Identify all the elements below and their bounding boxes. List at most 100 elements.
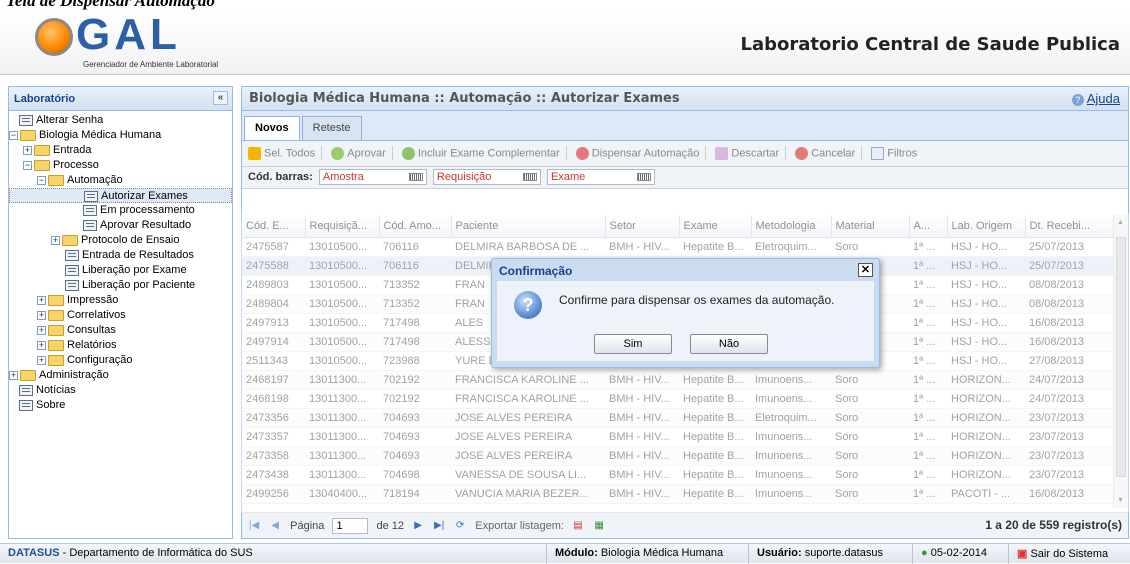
sidebar-item-consultas[interactable]: + Consultas: [9, 323, 232, 338]
tab-reteste[interactable]: Reteste: [301, 116, 362, 140]
barcode-icon: [522, 173, 537, 181]
logout-icon: ▣: [1017, 548, 1028, 560]
toolbar-divider: [785, 146, 787, 160]
yes-button[interactable]: Sim: [594, 334, 672, 354]
logout-link[interactable]: ▣ Sair do Sistema: [1008, 544, 1116, 564]
toolbar-divider: [391, 146, 393, 160]
sidebar-item-processo[interactable]: − Processo: [9, 158, 232, 173]
folder-icon: [48, 354, 64, 366]
folder-icon: [48, 339, 64, 351]
expand-toggle-icon[interactable]: +: [37, 340, 46, 350]
sidebar-item-sobre[interactable]: Sobre: [9, 398, 232, 413]
collapse-toggle-icon[interactable]: −: [9, 130, 18, 140]
dialog-message: Confirme para dispensar os exames da aut…: [559, 293, 835, 307]
dispense-automation-button[interactable]: Dispensar Automação: [575, 146, 699, 160]
dialog-title-bar: Confirmação ✕: [492, 259, 879, 281]
expand-toggle-icon[interactable]: +: [37, 325, 46, 335]
sidebar-item-entrada[interactable]: + Entrada: [9, 143, 232, 158]
question-icon: ?: [514, 291, 542, 319]
cancel-icon: [795, 146, 809, 160]
confirm-dialog: Confirmação ✕ ? Confirme para dispensar …: [491, 258, 880, 368]
dialog-body: ? Confirme para dispensar os exames da a…: [497, 281, 874, 361]
sidebar-item-aprovar-resultado[interactable]: Aprovar Resultado: [9, 218, 232, 233]
no-button[interactable]: Não: [690, 334, 768, 354]
sidebar-item-autorizar-exames[interactable]: Autorizar Exames: [9, 188, 232, 203]
sidebar-item-em-processamento[interactable]: Em processamento: [9, 203, 232, 218]
page-icon: [83, 204, 97, 216]
next-page-icon[interactable]: ▶: [412, 520, 424, 532]
sidebar-item-relatorios[interactable]: + Relatórios: [9, 338, 232, 353]
discard-button[interactable]: Descartar: [715, 146, 779, 160]
expand-toggle-icon[interactable]: +: [37, 355, 46, 365]
cancel-button[interactable]: Cancelar: [795, 146, 855, 160]
check-icon: [331, 146, 345, 160]
request-barcode-input[interactable]: Requisição: [432, 169, 541, 185]
expand-toggle-icon[interactable]: +: [9, 370, 18, 380]
sidebar-item-correlativos[interactable]: + Correlativos: [9, 308, 232, 323]
folder-icon: [62, 234, 78, 246]
folder-icon: [48, 324, 64, 336]
folder-icon: [48, 294, 64, 306]
filter-icon: [871, 146, 885, 160]
last-page-icon[interactable]: ▶|: [433, 520, 445, 532]
add-icon: [401, 146, 415, 160]
select-all-button[interactable]: Sel. Todos: [248, 146, 315, 160]
folder-open-icon: [34, 159, 50, 171]
dialog-title: Confirmação: [499, 264, 573, 278]
filters-button[interactable]: Filtros: [871, 146, 917, 160]
barcode-icon: [636, 173, 651, 181]
sidebar-item-configuracao[interactable]: + Configuração: [9, 353, 232, 368]
collapse-toggle-icon[interactable]: −: [23, 160, 32, 170]
expand-toggle-icon[interactable]: +: [23, 145, 32, 155]
expand-toggle-icon[interactable]: +: [37, 310, 46, 320]
app-header: GAL Gerenciador de Ambiente Laboratorial…: [0, 10, 1130, 75]
folder-icon: [20, 369, 36, 381]
tab-novos[interactable]: Novos: [244, 116, 300, 140]
main-header: Biologia Médica Humana :: Automação :: A…: [242, 87, 1128, 111]
eraser-icon: [715, 146, 729, 160]
sidebar-item-noticias[interactable]: Notícias: [9, 383, 232, 398]
expand-toggle-icon[interactable]: +: [51, 235, 60, 245]
excel-export-icon[interactable]: ▦: [593, 520, 605, 532]
first-page-icon[interactable]: |◀: [248, 520, 260, 532]
sidebar-item-liberacao-exame[interactable]: Liberação por Exame: [9, 263, 232, 278]
sidebar: Laboratório « Alterar Senha − Biologia Mé…: [8, 86, 233, 539]
sidebar-item-impressao[interactable]: + Impressão: [9, 293, 232, 308]
folder-open-icon: [20, 129, 36, 141]
sidebar-item-administracao[interactable]: + Administração: [9, 368, 232, 383]
nav-tree: Alterar Senha − Biologia Médica Humana + E…: [9, 111, 232, 413]
module-status: Módulo: Biologia Médica Humana: [546, 544, 731, 564]
page-icon: [19, 399, 33, 411]
page-icon: [65, 264, 79, 276]
gal-logo: GAL Gerenciador de Ambiente Laboratorial: [10, 10, 250, 72]
sample-barcode-input[interactable]: Amostra: [318, 169, 427, 185]
close-icon[interactable]: ✕: [858, 263, 873, 277]
sidebar-item-biologia[interactable]: − Biologia Médica Humana: [9, 128, 232, 143]
refresh-icon[interactable]: ⟳: [454, 520, 466, 532]
export-label: Exportar listagem:: [475, 520, 564, 532]
datasus-dept: - Departamento de Informática do SUS: [59, 547, 253, 559]
collapse-toggle-icon[interactable]: −: [37, 175, 46, 185]
sidebar-item-alterar-senha[interactable]: Alterar Senha: [9, 113, 232, 128]
expand-toggle-icon[interactable]: +: [37, 295, 46, 305]
logo-subtitle: Gerenciador de Ambiente Laboratorial: [83, 60, 219, 69]
approve-button[interactable]: Aprovar: [331, 146, 386, 160]
sidebar-item-liberacao-paciente[interactable]: Liberação por Paciente: [9, 278, 232, 293]
sidebar-item-protocolo[interactable]: + Protocolo de Ensaio: [9, 233, 232, 248]
header-title: Laboratorio Central de Saude Publica: [740, 34, 1120, 55]
exam-barcode-input[interactable]: Exame: [546, 169, 655, 185]
user-status: Usuário: suporte.datasus: [748, 544, 891, 564]
page-number-input[interactable]: [332, 518, 369, 534]
folder-icon: [48, 309, 64, 321]
barcode-bar: Cód. barras: Amostra Requisição Exame: [242, 167, 1128, 189]
pdf-export-icon[interactable]: ▤: [572, 520, 584, 532]
prev-page-icon[interactable]: ◀: [269, 520, 281, 532]
collapse-sidebar-button[interactable]: «: [213, 91, 228, 105]
include-exam-button[interactable]: Incluir Exame Complementar: [401, 146, 560, 160]
page-icon: [65, 279, 79, 291]
help-link[interactable]: ? Ajuda: [1071, 91, 1120, 106]
sidebar-item-entrada-resultados[interactable]: Entrada de Resultados: [9, 248, 232, 263]
pagination-bar: |◀ ◀ Página de 12 ▶ ▶| ⟳ Exportar listag…: [242, 512, 1128, 538]
record-count: 1 a 20 de 559 registro(s): [985, 518, 1122, 532]
sidebar-item-automacao[interactable]: − Automação: [9, 173, 232, 188]
